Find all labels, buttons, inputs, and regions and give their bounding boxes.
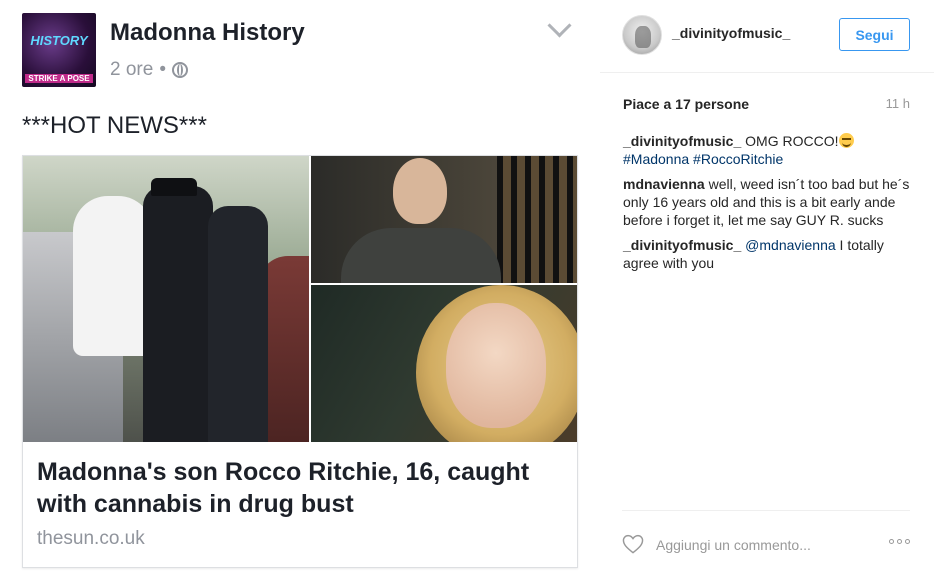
- hashtags-link[interactable]: #Madonna #RoccoRitchie: [623, 151, 783, 167]
- mention-link[interactable]: @mdnavienna: [745, 237, 836, 253]
- comments-list: _divinityofmusic_ OMG ROCCO! #Madonna #R…: [623, 132, 913, 279]
- comment-item: mdnavienna well, weed isn´t too bad but …: [623, 175, 913, 229]
- photo-police-scene: [23, 156, 309, 442]
- comment-item: _divinityofmusic_ @mdnavienna I totally …: [623, 236, 913, 272]
- link-title: Madonna's son Rocco Ritchie, 16, caught …: [37, 458, 530, 518]
- instagram-post-view: HISTORY STRIKE A POSE Madonna History 2 …: [0, 0, 934, 574]
- follow-button[interactable]: Segui: [839, 18, 910, 51]
- comment-username[interactable]: mdnavienna: [623, 176, 705, 192]
- link-preview-card: Madonna's son Rocco Ritchie, 16, caught …: [22, 155, 578, 568]
- globe-icon: [171, 62, 188, 78]
- link-domain: thesun.co.uk: [37, 528, 145, 549]
- likes-count[interactable]: Piace a 17 persone: [623, 96, 749, 112]
- photo-madonna: [311, 285, 577, 442]
- avatar-logo-subtext: STRIKE A POSE: [25, 74, 93, 83]
- post-header: _divinityofmusic_ Segui: [600, 0, 934, 73]
- post-timestamp[interactable]: 11 h: [886, 96, 910, 111]
- comment-text: OMG ROCCO!: [745, 133, 839, 149]
- post-image: HISTORY STRIKE A POSE Madonna History 2 …: [0, 0, 600, 574]
- heart-icon[interactable]: [622, 534, 644, 554]
- fb-post-time: 2 ore: [110, 59, 154, 80]
- post-sidebar: _divinityofmusic_ Segui Piace a 17 perso…: [600, 0, 934, 574]
- comment-username[interactable]: _divinityofmusic_: [623, 237, 741, 253]
- username-link[interactable]: _divinityofmusic_: [672, 25, 790, 41]
- comment-bar: [622, 510, 910, 575]
- photo-rocco: [311, 156, 577, 283]
- emoji-icon: [838, 133, 854, 148]
- fb-post-header: HISTORY STRIKE A POSE Madonna History 2 …: [22, 13, 582, 93]
- chevron-down-icon: [547, 13, 572, 38]
- comment-username[interactable]: _divinityofmusic_: [623, 133, 741, 149]
- separator-dot: •: [159, 59, 166, 80]
- avatar-logo-text: HISTORY: [30, 33, 88, 48]
- comment-input[interactable]: [656, 533, 876, 557]
- fb-post-meta: 2 ore •: [110, 59, 188, 81]
- comment-item: _divinityofmusic_ OMG ROCCO! #Madonna #R…: [623, 132, 913, 168]
- fb-page-avatar: HISTORY STRIKE A POSE: [22, 13, 96, 87]
- fb-post-text: ***HOT NEWS***: [22, 112, 207, 139]
- more-options-icon[interactable]: [889, 539, 910, 544]
- fb-page-name: Madonna History: [110, 19, 305, 46]
- avatar[interactable]: [622, 15, 662, 55]
